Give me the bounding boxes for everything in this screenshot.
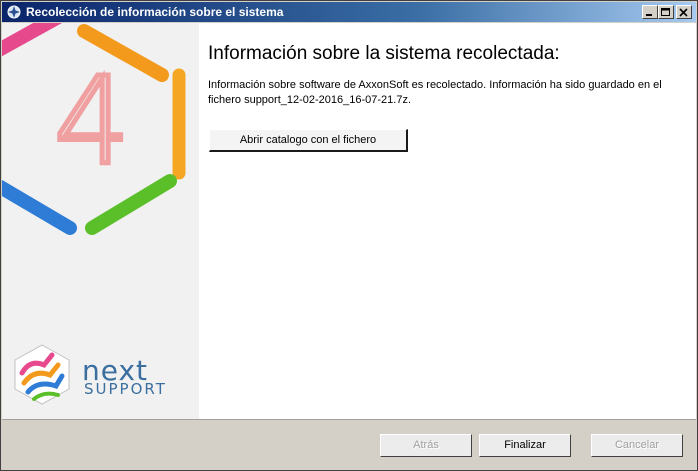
dialog-window: Recolección de información sobre el sist…: [0, 0, 698, 471]
open-folder-button[interactable]: Abrir catalogo con el fichero: [209, 129, 408, 152]
page-title: Información sobre la sistema recolectada…: [208, 43, 560, 64]
maximize-icon: [661, 8, 670, 16]
cancel-button[interactable]: Cancelar: [591, 434, 683, 457]
finish-button[interactable]: Finalizar: [479, 434, 571, 457]
client-area: 4 next SUPPORT Información sobre la sist…: [2, 23, 696, 419]
support-hands-icon: [14, 344, 70, 405]
window-title: Recolección de información sobre el sist…: [26, 5, 284, 19]
back-button[interactable]: Atrás: [380, 434, 472, 457]
app-icon: [7, 5, 21, 19]
footer-bar: Atrás Finalizar Cancelar: [2, 419, 696, 470]
version-digit: 4: [54, 53, 130, 192]
close-icon: [679, 8, 688, 17]
close-button[interactable]: [676, 5, 692, 19]
maximize-button[interactable]: [658, 5, 674, 19]
title-bar[interactable]: Recolección de información sobre el sist…: [2, 2, 696, 22]
sidebar-banner: 4 next SUPPORT: [2, 23, 199, 419]
result-description: Información sobre software de AxxonSoft …: [208, 79, 662, 106]
brand-support: SUPPORT: [84, 380, 167, 398]
minimize-button[interactable]: [642, 5, 658, 19]
minimize-icon: [646, 14, 652, 16]
hex-segment-pink: [2, 23, 63, 57]
